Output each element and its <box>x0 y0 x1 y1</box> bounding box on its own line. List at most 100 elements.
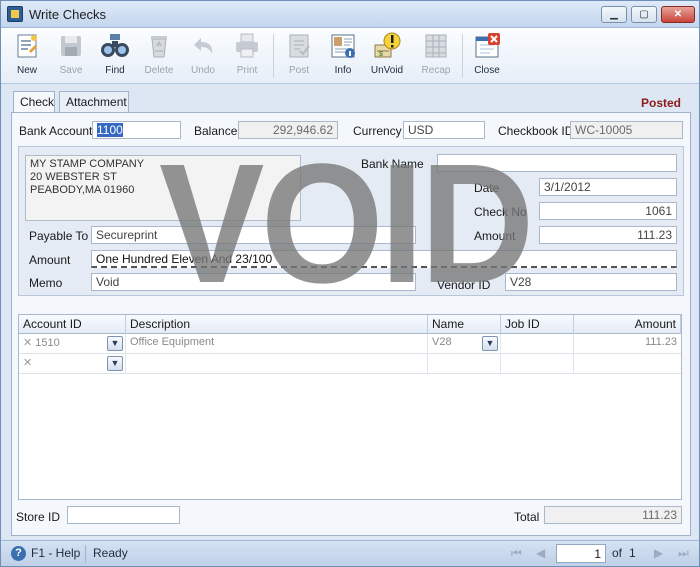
info-icon <box>331 34 355 58</box>
chevron-down-icon[interactable]: ▼ <box>107 356 123 371</box>
memo-label: Memo <box>29 276 63 290</box>
info-label: Info <box>334 65 352 76</box>
table-row[interactable]: ✕ ▼ <box>19 354 681 374</box>
delete-row-icon[interactable]: ✕ <box>23 357 32 369</box>
chevron-down-icon[interactable]: ▼ <box>482 336 498 351</box>
amount-words-label: Amount <box>29 253 71 267</box>
address-line-3: PEABODY,MA 01960 <box>30 184 135 196</box>
cell-name[interactable]: V28 ▼ <box>428 334 501 353</box>
recap-label: Recap <box>421 65 451 76</box>
memo-input[interactable]: Void <box>91 273 416 291</box>
cell-job-id[interactable] <box>501 354 574 373</box>
unvoid-button[interactable]: $ UnVoid <box>365 31 409 81</box>
check-body: MY STAMP COMPANY 20 WEBSTER ST PEABODY,M… <box>18 146 684 296</box>
info-button[interactable]: Info <box>321 31 365 81</box>
tab-attachment[interactable]: Attachment <box>59 91 129 112</box>
checkbook-label: Checkbook ID <box>498 124 574 138</box>
status-badge: Posted <box>640 96 681 110</box>
next-page-icon[interactable]: ▶ <box>654 546 663 560</box>
payable-to-input[interactable]: Secureprint <box>91 226 416 244</box>
last-page-icon[interactable]: ⏭ <box>678 546 689 561</box>
cell-account-id[interactable]: ✕ 1510 ▼ <box>19 334 126 353</box>
delete-row-icon[interactable]: ✕ <box>23 337 32 349</box>
date-label: Date <box>474 181 500 195</box>
balance-label: Balance <box>194 124 238 138</box>
minimize-button[interactable]: ▁ <box>601 6 627 23</box>
name-value: V28 <box>432 336 452 348</box>
page-number-input[interactable]: 1 <box>556 544 606 563</box>
account-id-value: 1510 <box>35 337 60 349</box>
recap-button[interactable]: Recap <box>414 31 458 81</box>
balance-field: 292,946.62 <box>238 121 338 139</box>
post-ledger-icon <box>289 34 310 58</box>
cell-amount[interactable] <box>574 354 681 373</box>
vendor-id-label: Vendor ID <box>437 278 491 292</box>
amount-words-field: One Hundred Eleven And 23/100 <box>91 250 677 268</box>
cell-description[interactable] <box>126 354 428 373</box>
save-button[interactable]: Save <box>49 31 93 81</box>
check-no-label: Check No <box>474 205 527 219</box>
close-button[interactable]: Close <box>465 31 509 81</box>
delete-label: Delete <box>144 65 174 76</box>
cell-amount[interactable]: 111.23 <box>574 334 681 353</box>
close-window-button[interactable]: ✕ <box>661 6 695 23</box>
check-no-input[interactable]: 1061 <box>539 202 677 220</box>
vendor-id-input[interactable]: V28 <box>505 273 677 291</box>
check-panel: Bank Account 1100 Balance 292,946.62 Cur… <box>11 112 691 536</box>
new-document-icon <box>17 34 37 58</box>
address-line-1: MY STAMP COMPANY <box>30 158 145 170</box>
post-button[interactable]: Post <box>277 31 321 81</box>
toolbar: New Save Find Delete Undo Print Post Inf… <box>1 28 699 84</box>
binoculars-icon <box>101 34 129 57</box>
company-address: MY STAMP COMPANY 20 WEBSTER ST PEABODY,M… <box>25 155 301 221</box>
post-label: Post <box>288 65 309 76</box>
cell-job-id[interactable] <box>501 334 574 353</box>
maximize-button[interactable]: ▢ <box>631 6 657 23</box>
undo-button[interactable]: Undo <box>181 31 225 81</box>
unvoid-label: UnVoid <box>370 65 404 76</box>
printer-icon <box>236 33 258 58</box>
cell-description[interactable]: Office Equipment <box>126 334 428 353</box>
bank-account-value: 1100 <box>97 123 123 137</box>
col-amount[interactable]: Amount <box>574 315 681 334</box>
col-name[interactable]: Name <box>428 315 501 334</box>
col-job-id[interactable]: Job ID <box>501 315 574 334</box>
col-description[interactable]: Description <box>126 315 428 334</box>
tab-check[interactable]: Check <box>13 91 55 113</box>
chevron-down-icon[interactable]: ▼ <box>107 336 123 351</box>
status-divider <box>85 545 86 563</box>
distribution-grid: Account ID Description Name Job ID Amoun… <box>18 314 682 500</box>
status-text: Ready <box>93 546 128 560</box>
tab-attachment-label: Attachment <box>66 95 127 109</box>
new-button[interactable]: New <box>5 31 49 81</box>
checkbook-field: WC-10005 <box>570 121 683 139</box>
currency-input[interactable]: USD <box>403 121 485 139</box>
amount-input[interactable]: 111.23 <box>539 226 677 244</box>
bank-account-input[interactable]: 1100 <box>92 121 181 139</box>
find-button[interactable]: Find <box>93 31 137 81</box>
help-text[interactable]: F1 - Help <box>31 546 80 560</box>
table-row[interactable]: ✕ 1510 ▼ Office Equipment V28 ▼ 111.23 <box>19 334 681 354</box>
write-checks-window: Write Checks ▁ ▢ ✕ New Save Find Delete … <box>0 0 700 567</box>
col-account-id[interactable]: Account ID <box>19 315 126 334</box>
cell-account-id[interactable]: ✕ ▼ <box>19 354 126 373</box>
date-input[interactable]: 3/1/2012 <box>539 178 677 196</box>
first-page-icon[interactable]: ⏮ <box>511 546 522 561</box>
print-label: Print <box>236 65 258 76</box>
save-label: Save <box>59 65 83 76</box>
store-id-label: Store ID <box>16 510 61 524</box>
store-id-input[interactable] <box>67 506 180 524</box>
print-button[interactable]: Print <box>225 31 269 81</box>
cell-name[interactable] <box>428 354 501 373</box>
bank-name-input[interactable] <box>437 154 677 172</box>
delete-button[interactable]: Delete <box>137 31 181 81</box>
close-window-icon <box>475 33 500 58</box>
bank-account-label: Bank Account <box>19 124 93 138</box>
currency-label: Currency <box>353 124 402 138</box>
unvoid-icon: $ <box>374 32 401 58</box>
prev-page-icon[interactable]: ◀ <box>536 546 545 560</box>
close-label: Close <box>474 65 500 76</box>
toolbar-separator <box>462 34 463 78</box>
total-label: Total <box>514 510 540 524</box>
help-icon[interactable]: ? <box>11 546 26 561</box>
